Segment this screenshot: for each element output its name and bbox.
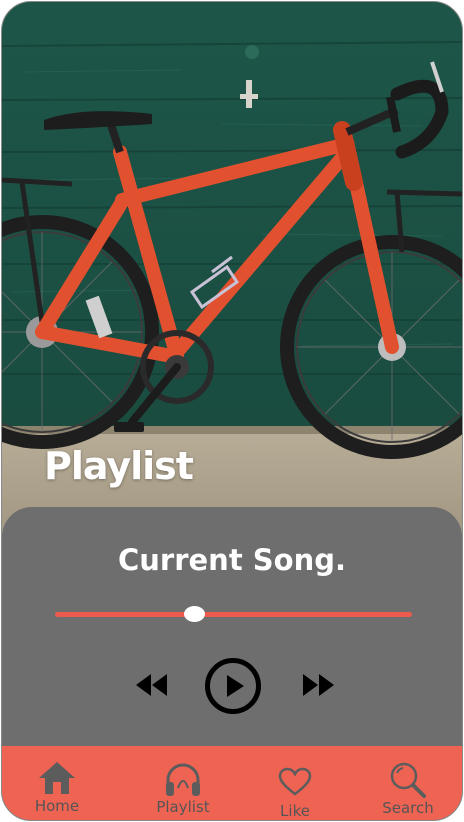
fast-forward-button[interactable] [300,672,336,698]
play-button[interactable] [204,657,262,715]
phone-frame: Playlist Current Song. Home Playlist Lik… [1,1,463,821]
bottom-nav: Home Playlist Like Search [2,746,462,820]
nav-item-playlist[interactable]: Playlist [133,746,233,820]
nav-item-search[interactable]: Search [358,746,458,820]
progress-knob[interactable] [184,606,206,622]
rewind-icon [136,674,167,696]
search-icon [390,762,426,798]
fast-forward-icon [303,674,334,696]
page-title: Playlist [44,444,194,488]
nav-label-like: Like [280,802,310,820]
player-panel: Current Song. [2,507,462,757]
heart-icon [278,767,312,796]
nav-item-home[interactable]: Home [7,746,107,820]
nav-label-search: Search [382,799,434,817]
home-icon [39,762,75,794]
rewind-button[interactable] [134,672,170,698]
headphones-icon [166,763,200,796]
nav-item-like[interactable]: Like [245,746,345,820]
nav-label-playlist: Playlist [156,798,210,816]
progress-slider[interactable] [55,606,412,622]
current-song-title: Current Song. [117,543,347,577]
nav-label-home: Home [34,797,80,815]
play-circle-icon [205,658,261,714]
